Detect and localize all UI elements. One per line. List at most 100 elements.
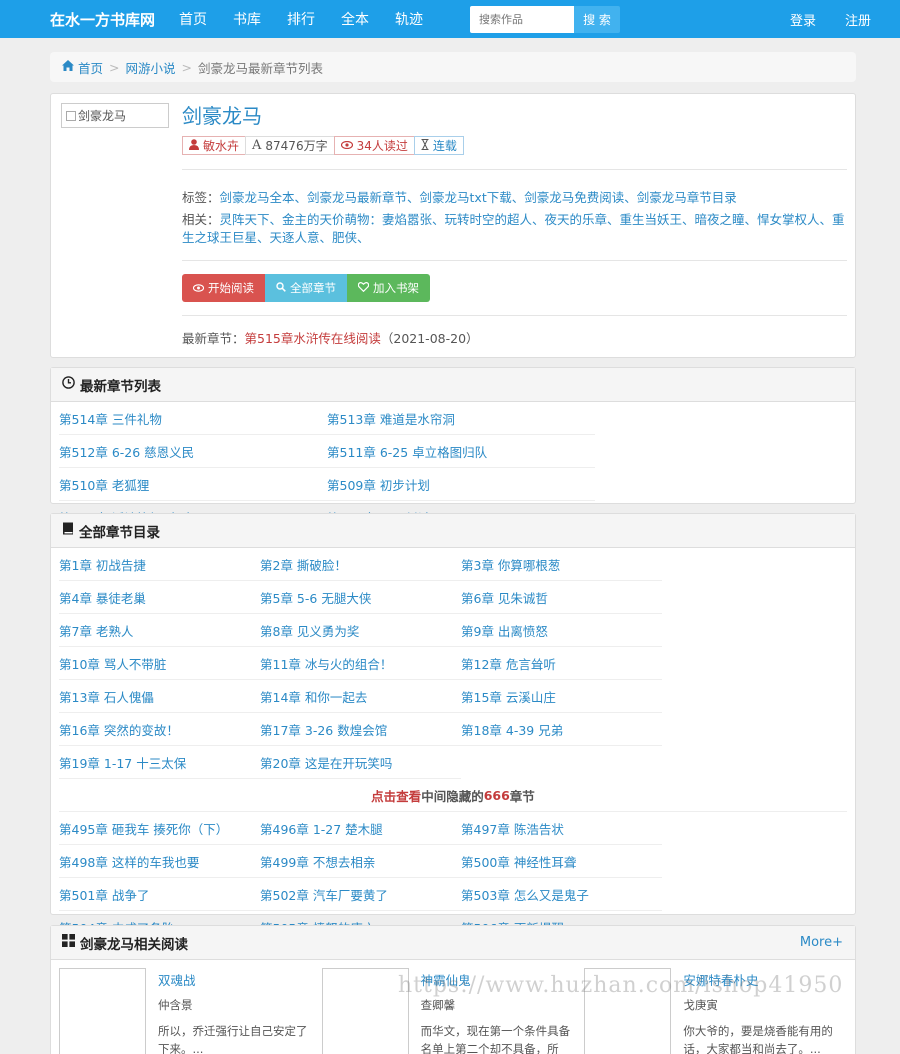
view-count: 34人读过 bbox=[356, 139, 408, 153]
chapter-link[interactable]: 第2章 撕破脸！ bbox=[260, 548, 461, 581]
nav-completed[interactable]: 全本 bbox=[341, 9, 369, 29]
chapter-link[interactable]: 第14章 和你一起去 bbox=[260, 680, 461, 713]
hourglass-icon bbox=[421, 138, 429, 153]
chapter-link[interactable]: 第512章 6-26 慈恩义民 bbox=[59, 435, 327, 468]
chapter-link[interactable]: 第4章 暴徒老巢 bbox=[59, 581, 260, 614]
register-link[interactable]: 注册 bbox=[845, 10, 871, 29]
status-text: 连载 bbox=[432, 139, 457, 153]
book-meta: 敏水卉 A 87476万字 34人读过 连载 bbox=[182, 136, 464, 155]
chapter-link[interactable]: 第509章 初步计划 bbox=[327, 468, 595, 501]
book-cover[interactable]: 剑豪龙马 bbox=[61, 103, 169, 128]
meta-author[interactable]: 敏水卉 bbox=[182, 136, 247, 155]
related-links[interactable]: 灵阵天下、金主的天价萌物：妻焰嚣张、玩转时空的超人、夜天的乐章、重生当妖王、暗夜… bbox=[182, 212, 845, 245]
all-chapters-grid-top: 第1章 初战告捷 第2章 撕破脸！ 第3章 你算哪根葱第4章 暴徒老巢 第5章 5-6… bbox=[51, 548, 855, 779]
author-name: 敏水卉 bbox=[203, 139, 240, 153]
chapter-link[interactable]: 第503章 怎么又是鬼子 bbox=[461, 878, 662, 911]
nav-ranking[interactable]: 排行 bbox=[287, 9, 315, 29]
chapter-link[interactable]: 第15章 云溪山庄 bbox=[461, 680, 662, 713]
latest-chapters-header: 最新章节列表 bbox=[51, 368, 855, 402]
chapter-link[interactable]: 第510章 老狐狸 bbox=[59, 468, 327, 501]
related-book-desc: 而华文，现在第一个条件具备名单上第二个却不具备，所 bbox=[420, 1024, 571, 1054]
chapter-link[interactable]: 第501章 战争了 bbox=[59, 878, 260, 911]
search-box: 搜 索 bbox=[470, 5, 621, 33]
chapter-link[interactable]: 第7章 老熟人 bbox=[59, 614, 260, 647]
show-hidden-chapters[interactable]: 点击查看 中间隐藏的 666 章节 bbox=[59, 779, 847, 812]
chapter-link[interactable]: 第502章 汽车厂要黄了 bbox=[260, 878, 461, 911]
user-icon bbox=[189, 138, 199, 153]
start-reading-label: 开始阅读 bbox=[208, 281, 254, 295]
site-brand[interactable]: 在水一方书库网 bbox=[50, 9, 155, 30]
tags-links[interactable]: 剑豪龙马全本、剑豪龙马最新章节、剑豪龙马txt下载、剑豪龙马免费阅读、剑豪龙马章… bbox=[220, 190, 737, 205]
meta-views: 34人读过 bbox=[333, 136, 415, 155]
related-book-cover[interactable] bbox=[584, 968, 672, 1054]
hidden-count: 666 bbox=[483, 787, 510, 803]
breadcrumb-category[interactable]: 网游小说 bbox=[126, 58, 176, 77]
chapter-link[interactable]: 第18章 4-39 兄弟 bbox=[461, 713, 662, 746]
chapter-link[interactable]: 第6章 见朱诚哲 bbox=[461, 581, 662, 614]
clock-icon bbox=[62, 376, 75, 393]
chapter-link[interactable]: 第497章 陈浩告状 bbox=[461, 812, 662, 845]
start-reading-button[interactable]: 开始阅读 bbox=[182, 274, 265, 302]
divider bbox=[182, 169, 847, 170]
chapter-link[interactable]: 第496章 1-27 楚木腿 bbox=[260, 812, 461, 845]
related-book-cover[interactable] bbox=[321, 968, 409, 1054]
related-reading-title: 剑豪龙马相关阅读 bbox=[80, 936, 188, 953]
chapter-link[interactable]: 第1章 初战告捷 bbox=[59, 548, 260, 581]
chapter-link[interactable]: 第10章 骂人不带脏 bbox=[59, 647, 260, 680]
nav-home[interactable]: 首页 bbox=[179, 9, 207, 29]
show-hidden-label-c: 章节 bbox=[509, 788, 535, 804]
related-book-author: 仲含景 bbox=[158, 998, 193, 1012]
chapter-link[interactable]: 第5章 5-6 无腿大侠 bbox=[260, 581, 461, 614]
chapter-link[interactable]: 第19章 1-17 十三太保 bbox=[59, 746, 260, 779]
book-title[interactable]: 剑豪龙马 bbox=[182, 100, 262, 129]
word-count: 87476万字 bbox=[265, 139, 328, 153]
related-books-grid: 双魂战 仲含景 所以，乔迁强行让自己安定了下来。... 神霸仙鬼 查卿馨 而华文，现在第一… bbox=[51, 960, 855, 1054]
related-book-item: 神霸仙鬼 查卿馨 而华文，现在第一个条件具备名单上第二个却不具备，所 bbox=[321, 968, 585, 1054]
related-book-title[interactable]: 双魂战 bbox=[158, 970, 318, 989]
related-label: 相关： bbox=[182, 212, 220, 227]
related-book-text: 双魂战仲含景所以，乔迁强行让自己安定了下来。... bbox=[158, 968, 318, 1054]
chapter-link[interactable]: 第500章 神经性耳聋 bbox=[461, 845, 662, 878]
book-info-panel: 剑豪龙马 剑豪龙马 敏水卉 A 87476万字 34人读过 连载 标签：剑豪龙马 bbox=[50, 93, 856, 358]
all-chapters-title: 全部章节目录 bbox=[79, 524, 160, 541]
related-book-title[interactable]: 安娜特春朴史 bbox=[683, 970, 843, 989]
show-hidden-label-a: 点击查看 bbox=[371, 788, 422, 804]
add-to-shelf-label: 加入书架 bbox=[373, 281, 419, 295]
chapter-link[interactable]: 第8章 见义勇为奖 bbox=[260, 614, 461, 647]
add-to-shelf-button[interactable]: 加入书架 bbox=[347, 274, 430, 302]
related-book-cover[interactable] bbox=[59, 968, 146, 1054]
nav-history[interactable]: 轨迹 bbox=[395, 9, 423, 29]
chapter-link[interactable]: 第13章 石人傀儡 bbox=[59, 680, 260, 713]
login-link[interactable]: 登录 bbox=[790, 10, 816, 29]
chapter-link[interactable]: 第9章 出离愤怒 bbox=[461, 614, 662, 647]
chapter-link[interactable]: 第3章 你算哪根葱 bbox=[461, 548, 662, 581]
breadcrumb-home[interactable]: 首页 bbox=[78, 58, 103, 77]
chapter-link[interactable]: 第16章 突然的变故！ bbox=[59, 713, 260, 746]
breadcrumb-separator: > bbox=[109, 59, 120, 75]
search-button[interactable]: 搜 索 bbox=[574, 5, 621, 33]
related-book-title[interactable]: 神霸仙鬼 bbox=[421, 970, 581, 989]
chapter-link[interactable]: 第513章 难道是水帘洞 bbox=[327, 402, 595, 435]
related-book-item: 安娜特春朴史 戈庚寅 你大爷的，要是烧香能有用的话，大家都当和尚去了。... bbox=[584, 968, 847, 1054]
all-chapters-header: 全部章节目录 bbox=[51, 514, 855, 548]
chapter-link[interactable]: 第17章 3-26 数煌会馆 bbox=[260, 713, 461, 746]
chapter-link[interactable]: 第495章 砸我车 揍死你（下） bbox=[59, 812, 260, 845]
book-related: 相关：灵阵天下、金主的天价萌物：妻焰嚣张、玩转时空的超人、夜天的乐章、重生当妖王… bbox=[182, 211, 847, 247]
chapter-link[interactable]: 第20章 这是在开玩笑吗 bbox=[260, 746, 461, 779]
chapter-link[interactable]: 第511章 6-25 卓立格图归队 bbox=[327, 435, 595, 468]
latest-chapter-link[interactable]: 第515章水浒传在线阅读 bbox=[245, 331, 381, 346]
all-chapters-button[interactable]: 全部章节 bbox=[265, 274, 347, 302]
search-input[interactable] bbox=[470, 5, 575, 33]
related-book-desc: 所以，乔迁强行让自己安定了下来。... bbox=[158, 1024, 308, 1054]
more-link[interactable]: More+ bbox=[800, 935, 843, 950]
chapter-link[interactable]: 第11章 冰与火的组合！ bbox=[260, 647, 461, 680]
all-chapters-panel: 全部章节目录 第1章 初战告捷 第2章 撕破脸！ 第3章 你算哪根葱第4章 暴徒老巢… bbox=[50, 513, 856, 1043]
home-icon bbox=[62, 60, 74, 74]
nav-library[interactable]: 书库 bbox=[233, 9, 261, 29]
chapter-link[interactable]: 第499章 不想去相亲 bbox=[260, 845, 461, 878]
book-icon bbox=[62, 522, 74, 539]
chapter-link[interactable]: 第514章 三件礼物 bbox=[59, 402, 327, 435]
chapter-link[interactable]: 第12章 危言耸听 bbox=[461, 647, 662, 680]
latest-chapters-panel: 最新章节列表 第514章 三件礼物 第513章 难道是水帘洞 第512章 6-26 … bbox=[50, 367, 856, 567]
chapter-link[interactable]: 第498章 这样的车我也要 bbox=[59, 845, 260, 878]
